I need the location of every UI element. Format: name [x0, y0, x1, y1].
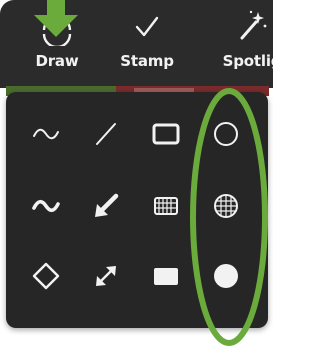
thick-squiggle-line-icon[interactable]: [18, 178, 74, 234]
annotation-screenshot: Draw Stamp Spotlig: [0, 0, 273, 354]
shapes-panel: [6, 92, 268, 328]
thin-squiggle-line-icon[interactable]: [18, 106, 74, 162]
stamp-tool-label: Stamp: [120, 52, 174, 70]
rectangle-pattern-fill-icon[interactable]: [138, 178, 194, 234]
arrow-icon[interactable]: [78, 178, 134, 234]
stamp-tool-button[interactable]: Stamp: [112, 0, 182, 88]
rectangle-outline-icon[interactable]: [138, 106, 194, 162]
diamond-outline-icon[interactable]: [18, 248, 74, 304]
circle-pattern-fill-icon[interactable]: [198, 178, 254, 234]
green-arrow-annotation: [34, 0, 78, 37]
double-arrow-icon[interactable]: [78, 248, 134, 304]
spotlight-tool-label: Spotlig: [222, 52, 273, 70]
draw-tool-label: Draw: [35, 52, 79, 70]
thin-straight-line-icon[interactable]: [78, 106, 134, 162]
rectangle-solid-icon[interactable]: [138, 248, 194, 304]
circle-outline-icon[interactable]: [198, 106, 254, 162]
spotlight-tool-button[interactable]: Spotlig: [212, 0, 273, 88]
circle-solid-icon[interactable]: [198, 248, 254, 304]
magic-wand-icon: [232, 0, 272, 52]
checkmark-icon: [127, 0, 167, 52]
